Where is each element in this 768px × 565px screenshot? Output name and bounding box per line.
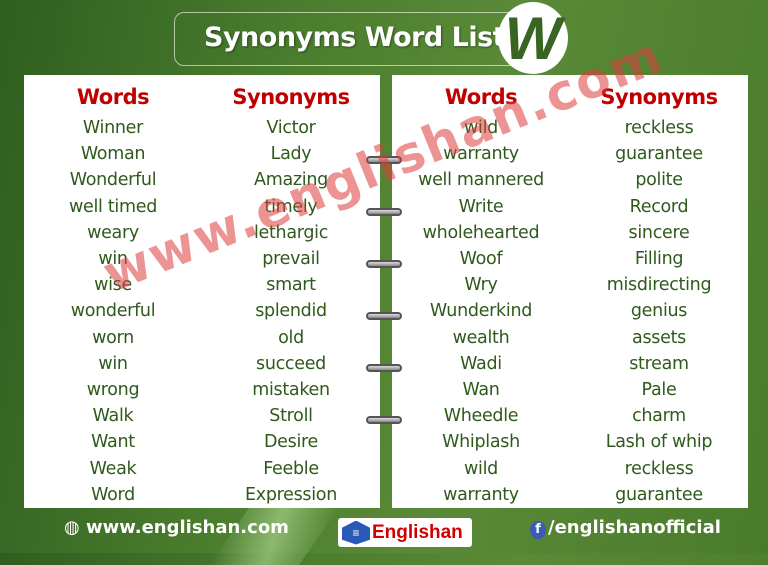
right-panel: Words Synonyms wild reckless warranty guara… [392, 75, 748, 508]
synonym-cell: Lash of whip [605, 432, 713, 453]
synonym-cell: genius [630, 301, 688, 322]
synonym-cell: Stroll [269, 406, 313, 427]
binder-ring [366, 260, 402, 268]
word-cell: Wadi [460, 353, 502, 374]
synonym-cell: Amazing [254, 170, 328, 191]
word-cell: wise [94, 275, 132, 296]
word-cell: win [98, 353, 128, 374]
synonym-cell: mistaken [252, 380, 330, 400]
binder-ring [366, 364, 402, 372]
word-cell: wonderful [70, 301, 156, 322]
word-cell: Walk [92, 406, 134, 427]
words-header: Words [444, 85, 518, 109]
website-text: www.englishan.com [86, 517, 289, 538]
word-cell: Weak [89, 458, 137, 479]
binder-ring [366, 312, 402, 320]
left-panel: Words Synonyms Winner Victor Woman Lady Wond… [24, 75, 380, 508]
synonym-cell: prevail [262, 249, 320, 269]
synonym-cell: splendid [255, 301, 327, 322]
synonym-cell: Expression [245, 484, 337, 505]
synonym-cell: misdirecting [606, 275, 712, 296]
synonym-cell: Lady [270, 144, 312, 165]
word-cell: Wonderful [69, 170, 157, 191]
synonym-cell: sincere [628, 222, 690, 243]
synonym-cell: reckless [624, 458, 694, 479]
word-cell: warranty [443, 484, 519, 505]
binder-ring [366, 416, 402, 424]
words-header: Words [76, 85, 150, 109]
footer-website[interactable]: ◍ www.englishan.com [64, 517, 289, 538]
letter-logo: W [498, 2, 568, 74]
synonym-cell: Victor [266, 118, 316, 138]
synonym-cell: assets [632, 327, 686, 348]
word-cell: wealth [452, 327, 510, 348]
synonym-cell: timely [264, 196, 318, 217]
binder-ring [366, 156, 402, 164]
synonym-cell: Pale [641, 380, 677, 400]
word-cell: wild [464, 458, 498, 479]
synonym-cell: stream [629, 353, 689, 374]
word-cell: warranty [443, 144, 519, 165]
page-title: Synonyms Word List [204, 22, 506, 53]
word-cell: Wheedle [443, 406, 519, 427]
word-cell: Woman [80, 144, 146, 165]
word-cell: Wunderkind [429, 301, 533, 322]
synonym-cell: charm [632, 406, 686, 427]
word-cell: Whiplash [442, 432, 520, 453]
word-cell: wild [464, 118, 498, 138]
word-cell: Wry [464, 275, 498, 296]
synonyms-header: Synonyms [600, 85, 718, 109]
brand-logo: ≡ Englishan [338, 518, 472, 547]
word-cell: well timed [68, 196, 157, 217]
facebook-icon: f [530, 521, 546, 539]
word-cell: Want [91, 432, 135, 453]
synonym-cell: Desire [264, 432, 318, 453]
word-cell: weary [87, 222, 139, 243]
synonym-cell: lethargic [253, 222, 329, 243]
word-cell: worn [92, 327, 134, 348]
synonym-cell: polite [635, 170, 683, 191]
globe-icon: ◍ [64, 517, 80, 538]
synonym-cell: old [278, 327, 304, 348]
synonyms-header: Synonyms [232, 85, 350, 109]
word-cell: Winner [82, 118, 144, 138]
synonym-cell: Filling [634, 249, 684, 269]
synonym-cell: reckless [624, 118, 694, 138]
word-cell: Write [458, 196, 504, 217]
word-cell: Word [91, 484, 135, 505]
synonym-cell: Record [629, 196, 689, 217]
synonym-cell: Feeble [263, 458, 319, 479]
word-cell: Woof [459, 249, 503, 269]
synonym-cell: guarantee [615, 144, 703, 165]
social-text: /englishanofficial [548, 517, 721, 538]
synonym-cell: succeed [256, 353, 326, 374]
binder-ring [366, 208, 402, 216]
word-cell: Wan [462, 380, 500, 400]
word-cell: wrong [86, 380, 140, 400]
synonym-cell: smart [266, 275, 316, 296]
brand-icon: ≡ [342, 520, 370, 545]
word-cell: well mannered [418, 170, 544, 191]
word-cell: win [98, 249, 128, 269]
word-cell: wholehearted [422, 222, 540, 243]
synonym-cell: guarantee [615, 484, 703, 505]
brand-text: Englishan [372, 521, 463, 543]
footer-social[interactable]: f/englishanofficial [530, 517, 721, 539]
